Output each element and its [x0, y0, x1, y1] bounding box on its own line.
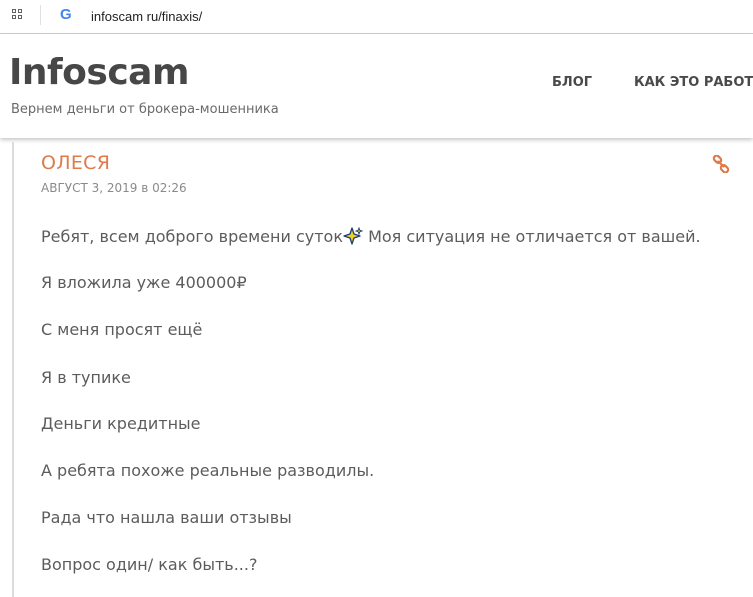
comment-author[interactable]: ОЛЕСЯ — [41, 152, 110, 174]
comment-line: Я в тупике — [41, 368, 131, 387]
google-g-icon: G — [60, 6, 72, 23]
comment-text: Ребят, всем доброго времени суток — [41, 227, 343, 246]
site-tagline: Вернем деньги от брокера-мошенника — [11, 102, 279, 117]
comment-line: Ребят, всем доброго времени суток Моя си… — [41, 226, 701, 246]
comment-line: С меня просят ещё — [41, 320, 203, 339]
comment-line: Деньги кредитные — [41, 414, 201, 433]
comment-line: Я вложила уже 400000₽ — [41, 273, 247, 292]
comment-line: А ребята похоже реальные разводилы. — [41, 461, 375, 480]
comment-text: Моя ситуация не отличается от вашей. — [362, 227, 701, 246]
url-field[interactable]: infoscam ru/finaxis/ — [91, 9, 202, 24]
link-icon[interactable] — [712, 154, 730, 174]
comment-date[interactable]: АВГУСТ 3, 2019 в 02:26 — [41, 181, 187, 195]
nav-item-how-it-works[interactable]: КАК ЭТО РАБОТА — [634, 75, 753, 90]
sparkles-icon — [343, 226, 364, 245]
site-header: Infoscam Вернем деньги от брокера-мошенн… — [0, 34, 753, 138]
browser-address-bar: G infoscam ru/finaxis/ — [0, 0, 753, 34]
divider — [40, 5, 41, 25]
site-title[interactable]: Infoscam — [9, 52, 190, 93]
nav-item-blog[interactable]: БЛОГ — [552, 75, 592, 90]
apps-grid-icon[interactable] — [12, 9, 24, 21]
comment-line: Рада что нашла ваши отзывы — [41, 508, 292, 527]
comment-line: Вопрос один/ как быть...? — [41, 555, 258, 574]
comment-thread-line — [12, 142, 14, 597]
